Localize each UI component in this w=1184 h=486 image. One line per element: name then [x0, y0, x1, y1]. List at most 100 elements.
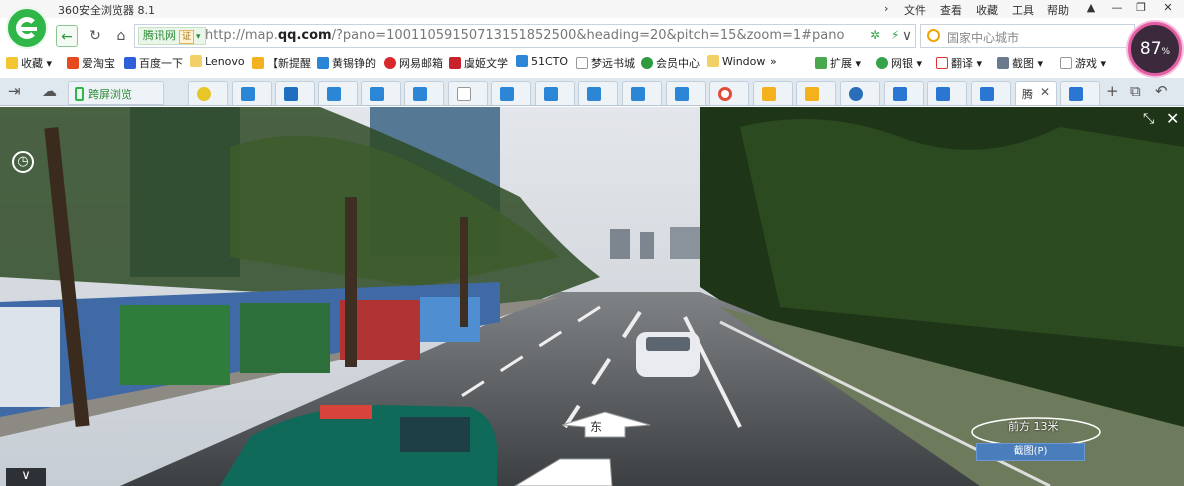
tab-favicon [893, 87, 907, 101]
tab-5[interactable] [361, 81, 401, 105]
bookmark-huang[interactable]: 黄锡铮的 [317, 55, 376, 71]
minimize-icon[interactable]: — [1106, 0, 1128, 16]
tab-19[interactable] [971, 81, 1011, 105]
url-dropdown-icon[interactable]: ∨ [898, 25, 916, 47]
tab-20[interactable] [1060, 81, 1100, 105]
screenshot-button[interactable]: 截图(P) [976, 443, 1085, 461]
document-icon [457, 87, 471, 101]
url-text[interactable]: http://map.qq.com/?pano=1001105915071315… [205, 28, 845, 43]
phone-icon [75, 87, 84, 101]
bookmark-favorites[interactable]: 收藏 ▾ [6, 55, 52, 71]
bookmark-window[interactable]: Window [707, 55, 765, 71]
bookmark-mengyuan[interactable]: 梦远书城 [576, 55, 635, 71]
tab-9[interactable] [535, 81, 575, 105]
tab-favicon [327, 87, 341, 101]
bookmark-label: 百度一下 [139, 57, 183, 70]
tab-8[interactable] [491, 81, 531, 105]
exit-fullscreen-icon[interactable]: ⤡ [1143, 111, 1154, 127]
cup-icon [762, 87, 776, 101]
bookmark-51cto[interactable]: 51CTO [516, 55, 568, 71]
tab-12[interactable] [666, 81, 706, 105]
tab-6[interactable] [404, 81, 444, 105]
search-input[interactable]: 国家中心城市 [947, 29, 1019, 46]
tab-18[interactable] [927, 81, 967, 105]
bookmark-label: 梦远书城 [591, 57, 635, 70]
search-icon [927, 29, 940, 42]
tab-3[interactable] [275, 81, 315, 105]
translate-button[interactable]: 翻译 ▾ [936, 55, 982, 71]
url-prefix: http://map. [205, 28, 278, 43]
close-icon[interactable]: ✕ [1157, 0, 1179, 16]
bookmark-reminder[interactable]: 【新提醒 [252, 55, 311, 71]
sidebar-toggle-icon[interactable]: ⇥ [8, 82, 21, 100]
collapse-icon[interactable]: ∨ [6, 468, 46, 486]
tab-13[interactable] [709, 81, 749, 105]
tab-list-icon[interactable]: ⧉ [1130, 82, 1141, 100]
tab-7[interactable] [448, 81, 488, 105]
bookmark-label: Window [722, 55, 766, 68]
history-icon[interactable]: ◷ [12, 151, 34, 173]
tab-favicon [1069, 87, 1083, 101]
street-view-panorama[interactable]: 东 前方 13米 截图(P) ◷ ⤡ ✕ ∨ [0, 107, 1184, 486]
menu-help[interactable]: 帮助 [1047, 2, 1069, 18]
maximize-icon[interactable]: ❐ [1130, 0, 1152, 16]
bookmark-label: Lenovo [205, 55, 245, 68]
tab-4[interactable] [318, 81, 358, 105]
tab-active-label: 腾 [1022, 88, 1033, 101]
tab-17[interactable] [884, 81, 924, 105]
undo-close-icon[interactable]: ↶ [1155, 82, 1168, 100]
tab-favicon [675, 87, 689, 101]
back-arrow-icon[interactable]: ← [56, 25, 78, 47]
globe-icon [849, 87, 863, 101]
bookmark-lenovo[interactable]: Lenovo [190, 55, 245, 71]
cloud-icon[interactable]: ☁ [42, 82, 57, 100]
tab-active[interactable]: 腾 ✕ [1015, 81, 1057, 105]
security-shield-icon[interactable]: ✲ [870, 28, 880, 42]
tab-10[interactable] [578, 81, 618, 105]
close-panorama-icon[interactable]: ✕ [1166, 109, 1179, 128]
performance-gauge[interactable]: 87% [1128, 22, 1182, 76]
bookmark-163mail[interactable]: 网易邮箱 [384, 55, 443, 71]
menu-file[interactable]: 文件 [904, 2, 926, 18]
browser-logo[interactable] [6, 7, 48, 49]
tab-favicon [413, 87, 427, 101]
bookmark-yuji[interactable]: 虞姬文学 [449, 55, 508, 71]
home-icon[interactable]: ⌂ [110, 25, 132, 47]
bookmark-label: 收藏 [21, 57, 43, 70]
shield-icon [876, 57, 888, 69]
menu-view[interactable]: 查看 [940, 2, 962, 18]
star-icon [6, 57, 18, 69]
bookmarks-overflow-icon[interactable]: » [770, 55, 777, 71]
cert-badge: 证 [179, 30, 195, 44]
tab-14[interactable] [753, 81, 793, 105]
chevron-right-icon[interactable]: › [884, 2, 888, 15]
bank-button[interactable]: 网银 ▾ [876, 55, 922, 71]
refresh-icon[interactable]: ↻ [84, 25, 106, 47]
extensions-button[interactable]: 扩展 ▾ [815, 55, 861, 71]
bookmark-baidu[interactable]: 百度一下 [124, 55, 183, 71]
site-badge[interactable]: 腾讯网证 ▾ [138, 27, 206, 45]
bookmark-label: 爱淘宝 [82, 57, 115, 70]
menu-favorites[interactable]: 收藏 [976, 2, 998, 18]
tab-2[interactable] [232, 81, 272, 105]
tab-favicon [370, 87, 384, 101]
games-button[interactable]: 游戏 ▾ [1060, 55, 1106, 71]
cast-tab[interactable]: 跨屏浏览 [68, 81, 164, 105]
search-box[interactable]: 国家中心城市 [920, 24, 1135, 48]
bookmark-label: 51CTO [531, 55, 569, 68]
menu-tools[interactable]: 工具 [1012, 2, 1034, 18]
new-tab-icon[interactable]: + [1106, 82, 1119, 100]
bookmark-member[interactable]: 会员中心 [641, 55, 700, 71]
bookmark-taobao[interactable]: 爱淘宝 [67, 55, 115, 71]
address-bar[interactable]: 腾讯网证 ▾ http://map.qq.com/?pano=1001105915… [134, 24, 916, 48]
tab-16[interactable] [840, 81, 880, 105]
tab-1[interactable] [188, 81, 228, 105]
tab-favicon [631, 87, 645, 101]
tab-11[interactable] [622, 81, 662, 105]
bookmark-label: 截图 [1012, 57, 1034, 70]
screenshot-tool-button[interactable]: 截图 ▾ [997, 55, 1043, 71]
skin-icon[interactable]: ▲ [1080, 0, 1102, 16]
tab-15[interactable] [796, 81, 836, 105]
translate-icon [936, 57, 948, 69]
close-tab-icon[interactable]: ✕ [1040, 85, 1050, 99]
